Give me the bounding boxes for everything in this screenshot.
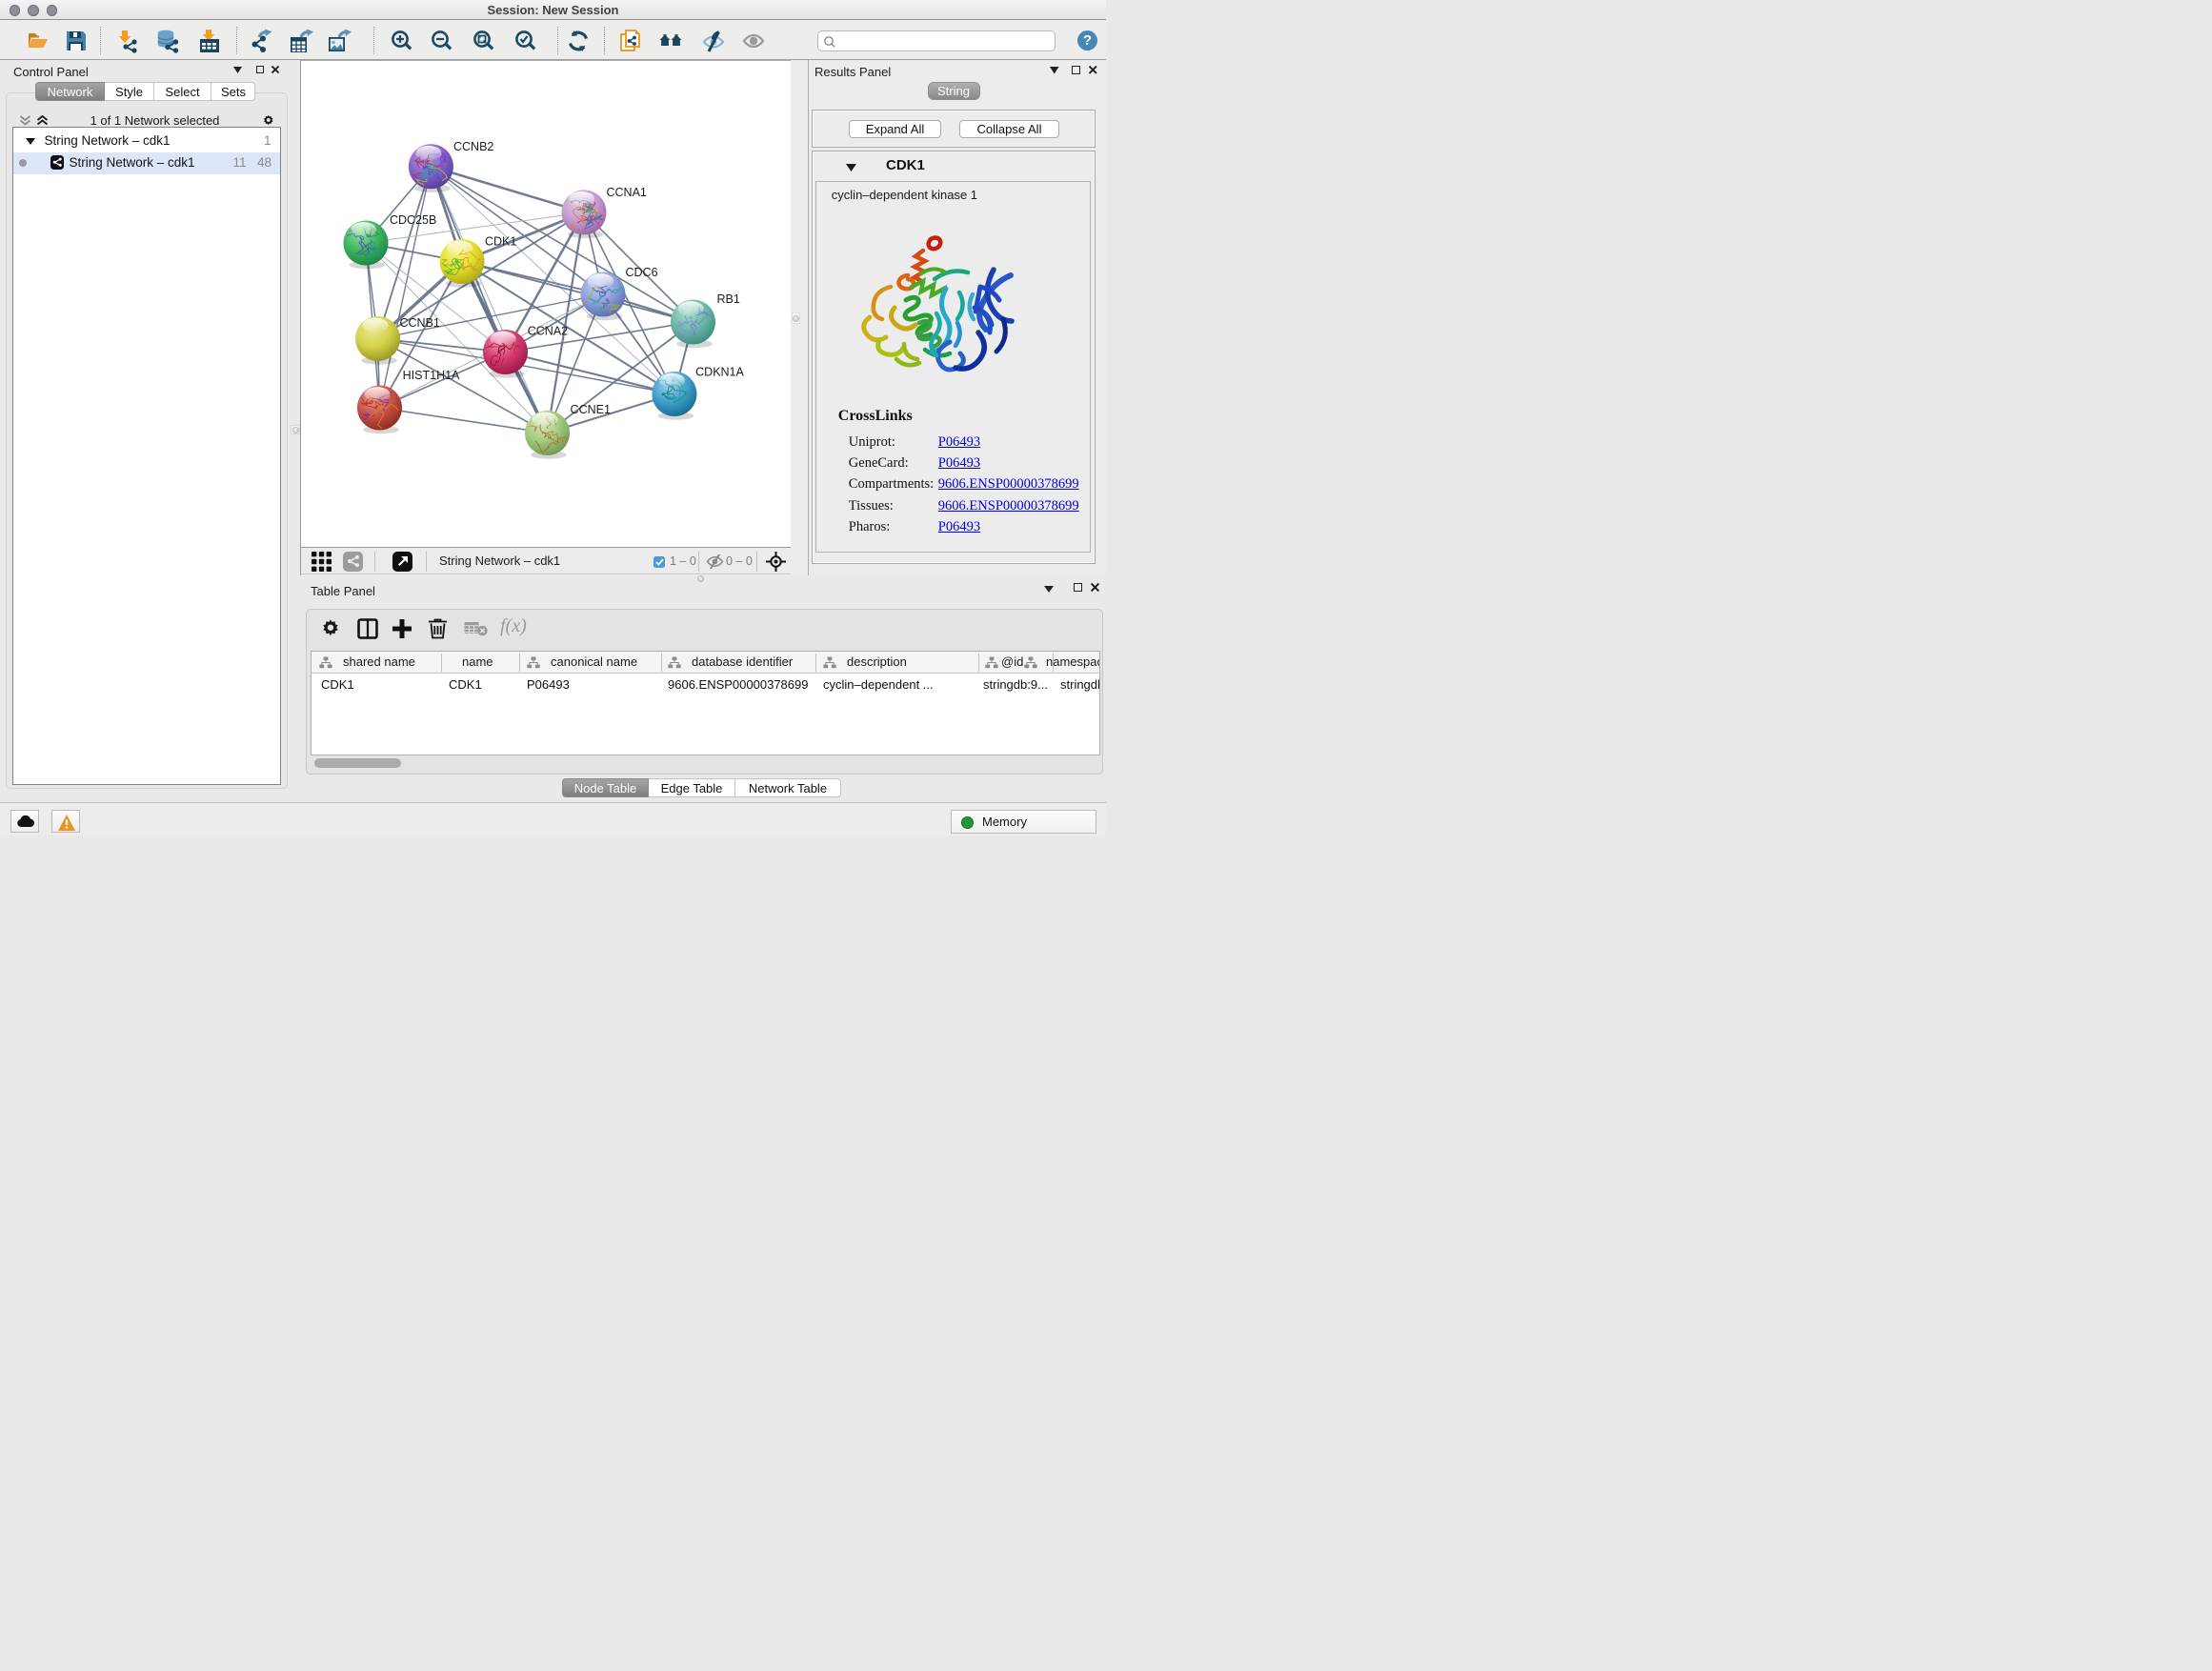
svg-text:CDC6: CDC6 <box>626 266 658 279</box>
svg-text:HIST1H1A: HIST1H1A <box>403 369 460 382</box>
svg-text:CDC25B: CDC25B <box>390 213 436 227</box>
svg-text:CDKN1A: CDKN1A <box>695 366 744 379</box>
svg-text:CCNA1: CCNA1 <box>607 186 647 199</box>
svg-text:CCNB2: CCNB2 <box>453 140 493 153</box>
svg-text:CCNE1: CCNE1 <box>571 403 611 416</box>
svg-text:CDK1: CDK1 <box>485 235 516 249</box>
svg-text:CCNB1: CCNB1 <box>400 316 440 330</box>
svg-text:CCNA2: CCNA2 <box>528 325 568 338</box>
svg-text:RB1: RB1 <box>717 292 740 306</box>
